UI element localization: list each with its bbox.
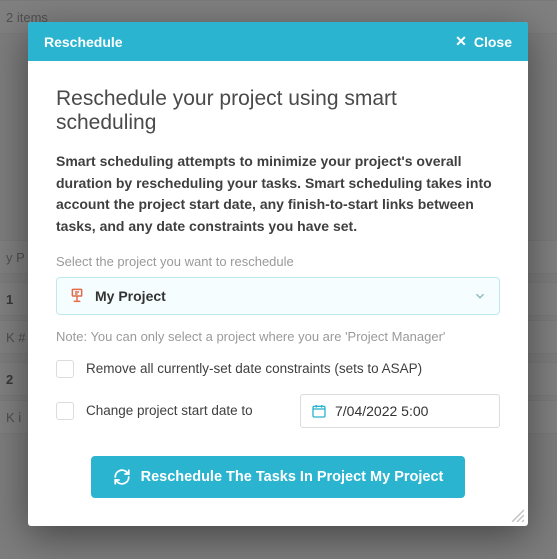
refresh-icon (113, 468, 131, 486)
close-label: Close (474, 34, 512, 50)
checkbox-change-start[interactable] (56, 402, 74, 420)
checkbox-change-start-label: Change project start date to (86, 403, 253, 418)
checkbox-remove-constraints[interactable] (56, 360, 74, 378)
modal-header: Reschedule ✕ Close (28, 22, 528, 61)
close-icon: ✕ (455, 33, 467, 50)
close-button[interactable]: ✕ Close (455, 33, 512, 50)
description-text: Smart scheduling attempts to minimize yo… (56, 151, 500, 238)
checkbox-remove-constraints-label: Remove all currently-set date constraint… (86, 361, 422, 376)
reschedule-button-label: Reschedule The Tasks In Project My Proje… (141, 469, 444, 485)
reschedule-modal: Reschedule ✕ Close Reschedule your proje… (28, 22, 528, 526)
page-title: Reschedule your project using smart sche… (56, 87, 500, 135)
checkbox-row-change-start: Change project start date to 7/04/2022 5… (56, 394, 500, 428)
selected-project-label: My Project (95, 288, 166, 304)
checkbox-row-remove-constraints: Remove all currently-set date constraint… (56, 360, 500, 378)
calendar-icon (311, 403, 327, 419)
project-icon (69, 288, 85, 304)
chevron-down-icon (473, 289, 487, 303)
modal-footer: Reschedule The Tasks In Project My Proje… (56, 456, 500, 498)
modal-body: Reschedule your project using smart sche… (28, 61, 528, 526)
project-select[interactable]: My Project (56, 277, 500, 315)
reschedule-button[interactable]: Reschedule The Tasks In Project My Proje… (91, 456, 466, 498)
start-date-value: 7/04/2022 5:00 (335, 403, 428, 419)
resize-handle[interactable] (510, 508, 524, 522)
modal-title-small: Reschedule (44, 34, 123, 50)
note-text: Note: You can only select a project wher… (56, 329, 500, 344)
select-label: Select the project you want to reschedul… (56, 254, 500, 269)
start-date-input[interactable]: 7/04/2022 5:00 (300, 394, 500, 428)
